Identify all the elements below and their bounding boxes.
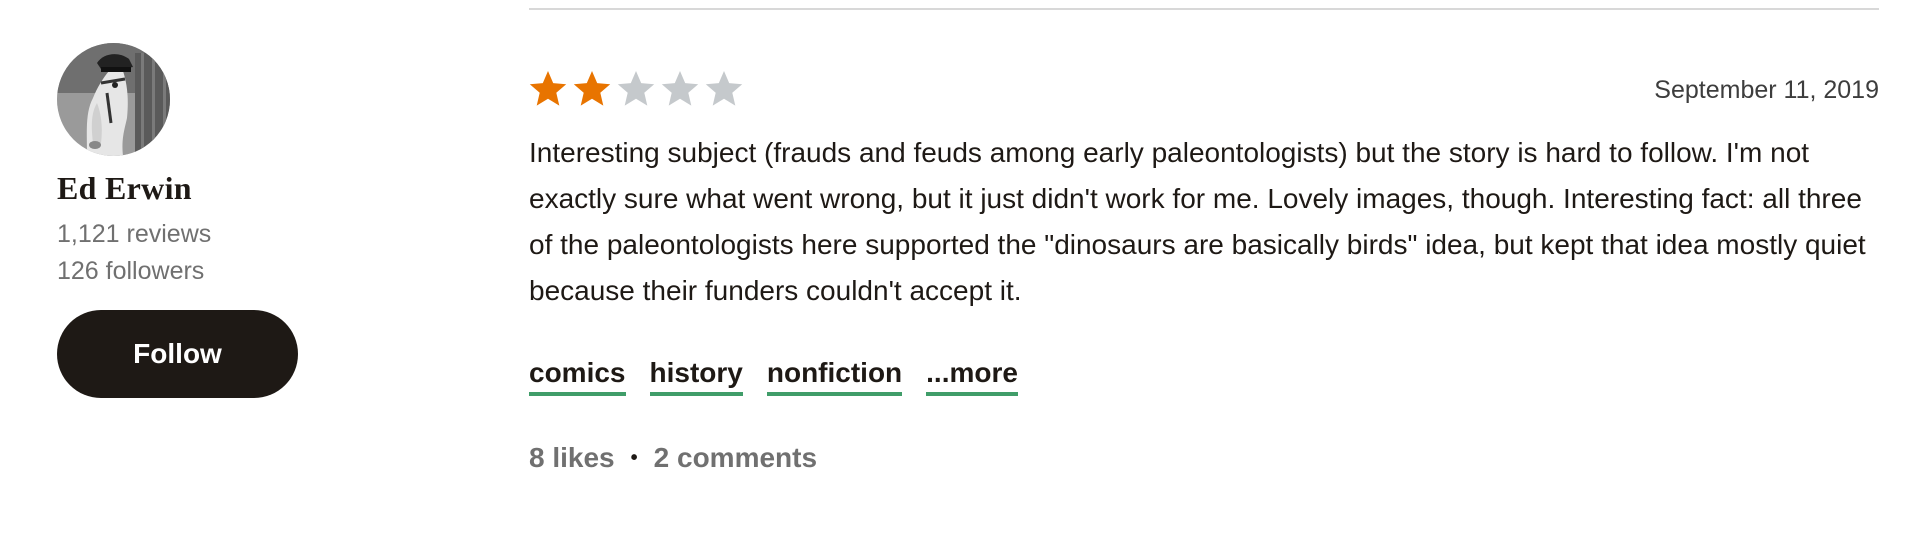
star-rating [529,70,743,108]
separator-dot: • [630,446,638,469]
avatar[interactable] [57,43,170,156]
star-icon [573,70,611,108]
star-icon [661,70,699,108]
social-bar: 8 likes • 2 comments [529,442,1879,474]
review-text: Interesting subject (frauds and feuds am… [529,137,1866,306]
shelf-history[interactable]: history [649,356,743,396]
review-date[interactable]: September 11, 2019 [1654,76,1879,105]
followers-count: 126 followers [57,257,205,285]
star-icon [617,70,655,108]
likes-link[interactable]: 8 likes [529,442,615,474]
shelf-comics[interactable]: comics [529,356,626,396]
review-header: September 11, 2019 [529,70,1879,114]
star-icon [529,70,567,108]
shelf-nonfiction[interactable]: nonfiction [766,356,903,396]
reviewer-name[interactable]: Ed Erwin [57,168,317,208]
follow-button[interactable]: Follow [57,310,298,398]
reviewer-card: Ed Erwin 1,121 reviews 126 followers Fol… [57,43,317,398]
shelves-more-link[interactable]: ...more [926,356,1018,396]
star-icon [705,70,743,108]
comments-link[interactable]: 2 comments [654,442,817,474]
top-divider [529,8,1879,10]
shelf-list: comics history nonfiction ...more [529,356,1879,396]
horse-avatar-image [57,43,170,156]
reviews-count: 1,121 reviews [57,220,212,248]
review-card: September 11, 2019 Interesting subject (… [529,70,1879,474]
reviewer-stats: 1,121 reviews 126 followers [57,216,317,290]
